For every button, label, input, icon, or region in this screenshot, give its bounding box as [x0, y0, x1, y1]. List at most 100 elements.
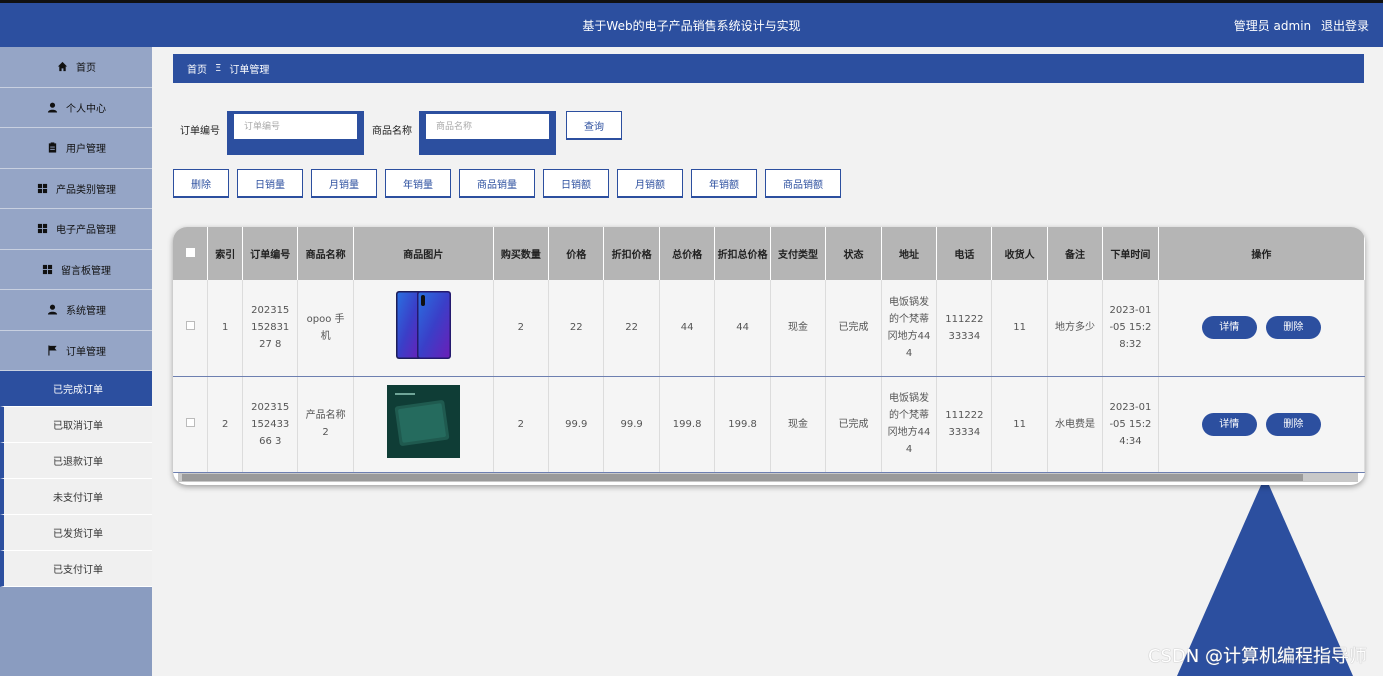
breadcrumb-current: 订单管理: [229, 65, 270, 76]
breadcrumb-separator: Ξ: [215, 63, 222, 74]
main-content: 首页 Ξ 订单管理 订单编号 商品名称 查询 删除 日销量 月销量 年销量 商品…: [152, 47, 1383, 676]
delete-button[interactable]: 删除: [173, 169, 229, 198]
submenu-completed-orders[interactable]: 已完成订单: [0, 371, 152, 407]
product-name-input[interactable]: [426, 114, 549, 139]
cell-discount-price: 22: [603, 280, 660, 377]
table-row: 2 20231515243366 3 产品名称2 2 99.9 99.9 199…: [173, 376, 1365, 473]
cell-actions: 详情 删除: [1158, 280, 1365, 377]
cell-address: 电饭锅发的个梵蒂冈地方444: [881, 280, 938, 377]
user-area: 管理员 admin 退出登录: [1228, 17, 1369, 34]
product-name-box: [419, 111, 556, 155]
column-header: 索引: [207, 227, 244, 280]
horizontal-scrollbar[interactable]: [178, 473, 1358, 482]
sidebar-item-label: 个人中心: [66, 103, 106, 115]
column-header: 状态: [825, 227, 882, 280]
sidebar-item-label: 电子产品管理: [56, 225, 116, 237]
cell-total: 44: [659, 280, 716, 377]
cell-index: 1: [207, 280, 244, 377]
column-header: 下单时间: [1102, 227, 1159, 280]
cell-product-image: [353, 280, 494, 377]
grid-icon: [36, 182, 48, 194]
row-checkbox[interactable]: [185, 417, 195, 427]
delete-row-button[interactable]: 删除: [1265, 316, 1321, 340]
submenu-paid-orders[interactable]: 已支付订单: [0, 551, 152, 587]
column-header: 支付类型: [770, 227, 827, 280]
select-all-checkbox[interactable]: [185, 247, 195, 257]
orders-table-card: 索引 订单编号 商品名称 商品图片 购买数量 价格 折扣价格 总价格 折扣总价格…: [173, 227, 1365, 485]
user-name: 管理员 admin: [1233, 19, 1312, 33]
user-icon: [46, 304, 58, 316]
sidebar-item-categories[interactable]: 产品类别管理: [0, 168, 152, 209]
cell-actions: 详情 删除: [1158, 376, 1365, 473]
table-header-row: 索引 订单编号 商品名称 商品图片 购买数量 价格 折扣价格 总价格 折扣总价格…: [173, 227, 1365, 280]
sidebar-item-label: 留言板管理: [61, 265, 111, 277]
column-header: 折扣价格: [603, 227, 660, 280]
clipboard-icon: [46, 142, 58, 154]
grid-icon: [41, 263, 53, 275]
order-no-input[interactable]: [234, 114, 357, 139]
column-header: 地址: [881, 227, 938, 280]
monthly-sales-qty-button[interactable]: 月销量: [311, 169, 377, 198]
row-select-cell[interactable]: [173, 280, 209, 377]
cell-receiver: 11: [991, 280, 1048, 377]
sidebar-item-messages[interactable]: 留言板管理: [0, 249, 152, 290]
table-row: 1 20231515283127 8 opoo 手机 2 22 22 44 44…: [173, 280, 1365, 377]
submenu-refunded-orders[interactable]: 已退款订单: [0, 443, 152, 479]
watermark: CSDN @计算机编程指导师: [1147, 646, 1367, 667]
query-button[interactable]: 查询: [566, 111, 622, 140]
scrollbar-thumb[interactable]: [182, 474, 1303, 481]
cell-product-image: [353, 376, 494, 473]
cell-order-no: 20231515243366 3: [242, 376, 299, 473]
search-bar: 订单编号 商品名称 查询: [180, 111, 622, 155]
cell-product-name: opoo 手机: [297, 280, 354, 377]
detail-button[interactable]: 详情: [1201, 412, 1257, 436]
sidebar-item-system[interactable]: 系统管理: [0, 290, 152, 331]
column-header: 订单编号: [242, 227, 299, 280]
product-sales-qty-button[interactable]: 商品销量: [459, 169, 535, 198]
select-all-cell[interactable]: [173, 227, 209, 280]
column-header: 商品名称: [297, 227, 354, 280]
powerbank-product-image: [386, 384, 460, 464]
sidebar-item-label: 订单管理: [66, 346, 106, 358]
submenu-unpaid-orders[interactable]: 未支付订单: [0, 479, 152, 515]
column-header: 购买数量: [493, 227, 549, 280]
sidebar-item-label: 首页: [76, 63, 96, 75]
column-header: 总价格: [659, 227, 716, 280]
column-header: 商品图片: [353, 227, 494, 280]
action-toolbar: 删除 日销量 月销量 年销量 商品销量 日销额 月销额 年销额 商品销额: [173, 169, 849, 198]
delete-row-button[interactable]: 删除: [1265, 412, 1321, 436]
row-select-cell[interactable]: [173, 376, 209, 473]
top-header: 基于Web的电子产品销售系统设计与实现 管理员 admin 退出登录: [0, 0, 1383, 47]
sidebar-item-users[interactable]: 用户管理: [0, 128, 152, 169]
detail-button[interactable]: 详情: [1201, 316, 1257, 340]
app-title: 基于Web的电子产品销售系统设计与实现: [582, 19, 801, 33]
daily-sales-qty-button[interactable]: 日销量: [237, 169, 303, 198]
cell-total: 199.8: [659, 376, 716, 473]
sidebar-item-orders[interactable]: 订单管理: [0, 330, 152, 371]
monthly-sales-amount-button[interactable]: 月销额: [617, 169, 683, 198]
grid-icon: [36, 223, 48, 235]
product-sales-amount-button[interactable]: 商品销额: [765, 169, 841, 198]
submenu-cancelled-orders[interactable]: 已取消订单: [0, 407, 152, 443]
sidebar: 首页 个人中心 用户管理 产品类别管理 电子产品管理 留言板管理 系统管理 订单…: [0, 47, 152, 676]
sidebar-item-label: 用户管理: [66, 144, 106, 156]
cell-address: 电饭锅发的个梵蒂冈地方444: [881, 376, 938, 473]
sidebar-item-profile[interactable]: 个人中心: [0, 87, 152, 128]
cell-note: 地方多少: [1047, 280, 1104, 377]
breadcrumb-home[interactable]: 首页: [187, 61, 207, 76]
sidebar-item-home[interactable]: 首页: [0, 47, 152, 88]
yearly-sales-amount-button[interactable]: 年销额: [691, 169, 757, 198]
column-header: 备注: [1047, 227, 1104, 280]
user-icon: [46, 101, 58, 113]
yearly-sales-qty-button[interactable]: 年销量: [385, 169, 451, 198]
row-checkbox[interactable]: [185, 321, 195, 331]
daily-sales-amount-button[interactable]: 日销额: [543, 169, 609, 198]
column-header: 收货人: [991, 227, 1048, 280]
submenu-shipped-orders[interactable]: 已发货订单: [0, 515, 152, 551]
sidebar-item-products[interactable]: 电子产品管理: [0, 209, 152, 250]
logout-link[interactable]: 退出登录: [1321, 19, 1369, 33]
flag-icon: [46, 344, 58, 356]
cell-order-time: 2023-01-05 15:24:34: [1102, 376, 1159, 473]
sidebar-item-label: 产品类别管理: [56, 184, 116, 196]
order-no-label: 订单编号: [180, 126, 220, 137]
